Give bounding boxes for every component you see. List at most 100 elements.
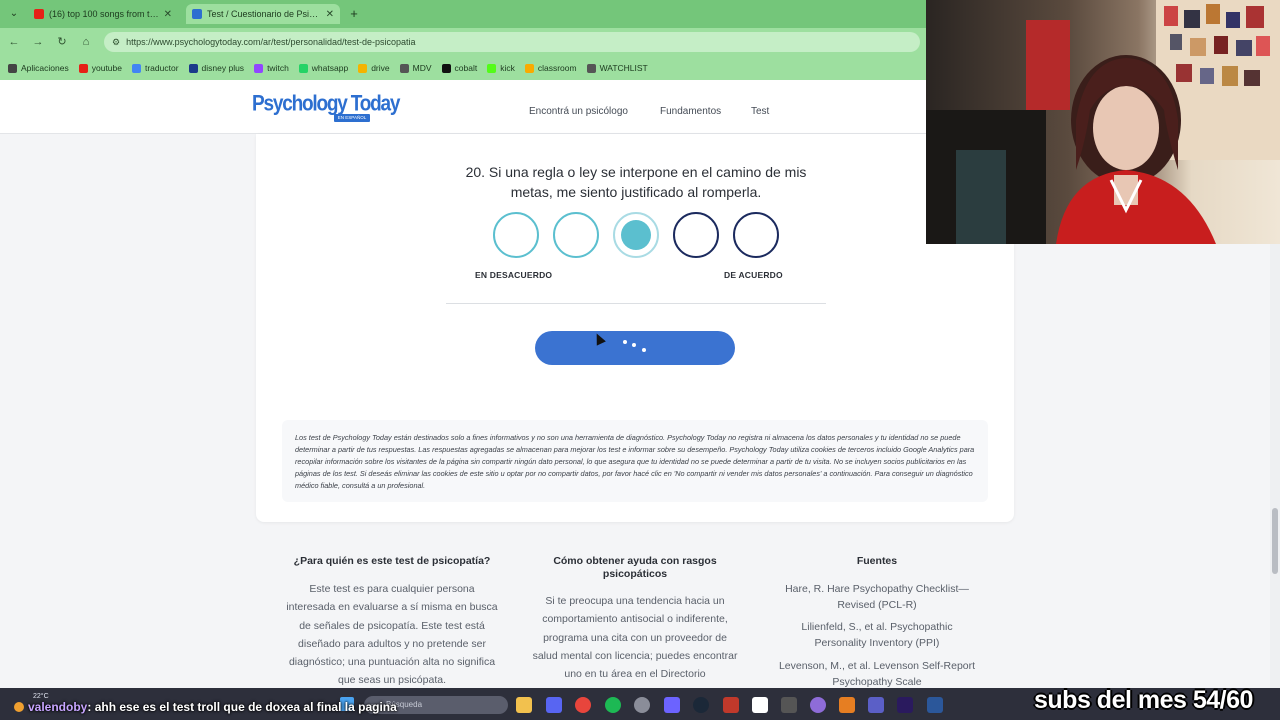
bookmark-label: MDV [412,63,432,73]
word-icon[interactable] [927,697,943,713]
app-icon[interactable] [810,697,826,713]
source-item[interactable]: Hare, R. Hare Psychopathy Checklist—Revi… [775,581,979,613]
app-icon[interactable] [723,697,739,713]
tab-label: (16) top 100 songs from the 20 [49,9,159,19]
tab-youtube[interactable]: (16) top 100 songs from the 20 ✕ [28,4,178,24]
bookmark-label: whatsapp [311,63,349,73]
app-icon[interactable] [752,697,768,713]
steam-icon[interactable] [693,697,709,713]
scrollbar-track[interactable] [1270,244,1280,688]
bookmark-label: Aplicaciones [21,63,69,73]
bookmark-label: disney plus [201,63,245,73]
scrollbar-thumb[interactable] [1272,508,1278,574]
bookmark-label: cobalt [454,63,478,73]
bookmark-youtube[interactable]: youtube [78,63,122,73]
translate-icon [131,63,141,73]
chat-text: : ahh ese es el test troll que de doxea … [87,700,397,714]
spotify-icon[interactable] [605,697,621,713]
app-icon[interactable] [664,697,680,713]
next-button-loading[interactable] [535,331,735,365]
youtube-icon [78,63,88,73]
close-tab-icon[interactable]: ✕ [326,9,334,20]
bookmark-traductor[interactable]: traductor [131,63,179,73]
info-col1-text: Este test es para cualquier persona inte… [286,583,498,687]
bookmark-disney-plus[interactable]: disney plus [188,63,245,73]
classroom-icon [524,63,534,73]
answer-option-5[interactable] [733,212,779,258]
teams-icon[interactable] [868,697,884,713]
url-text: https://www.psychologytoday.com/ar/test/… [126,37,416,47]
answer-option-2[interactable] [553,212,599,258]
file-explorer-icon[interactable] [516,697,532,713]
address-bar[interactable]: ⚙ https://www.psychologytoday.com/ar/tes… [104,32,920,52]
browser-toolbar: ← → ↻ ⌂ ⚙ https://www.psychologytoday.co… [0,28,926,56]
loading-spinner-dot [632,343,636,347]
close-tab-icon[interactable]: ✕ [164,9,172,20]
bookmark-kick[interactable]: kick [487,63,515,73]
site-header: Psychology Today EN ESPAÑOL Encontrá un … [0,80,926,134]
chat-badge-icon [14,702,24,712]
weather-temperature: 22°C [33,693,49,700]
cobalt-icon [441,63,451,73]
selected-dot [621,220,651,250]
chrome-icon[interactable] [575,697,591,713]
scale-label-agree: DE ACUERDO [724,270,783,280]
bookmark-drive[interactable]: drive [358,63,390,73]
youtube-icon [34,9,44,19]
folder-icon [399,63,409,73]
bookmark-watchlist[interactable]: WATCHLIST [586,63,648,73]
loading-spinner-dot [642,348,646,352]
answer-option-3-selected[interactable] [613,212,659,258]
nav-test[interactable]: Test [751,106,769,117]
disney-icon [188,63,198,73]
bookmark-twitch[interactable]: twitch [254,63,289,73]
bookmark-cobalt[interactable]: cobalt [441,63,478,73]
site-info-icon[interactable]: ⚙ [112,37,120,48]
psychology-today-logo[interactable]: Psychology Today EN ESPAÑOL [252,91,400,123]
home-icon[interactable]: ⌂ [78,34,94,50]
disclaimer-text: Los test de Psychology Today están desti… [295,433,975,490]
kick-icon [487,63,497,73]
twitch-icon [254,63,264,73]
source-item[interactable]: Levenson, M., et al. Levenson Self-Repor… [770,658,984,690]
obs-icon[interactable] [634,697,650,713]
bookmark-label: WATCHLIST [599,63,648,73]
bookmark-aplicaciones[interactable]: Aplicaciones [8,63,69,73]
source-item[interactable]: Lilienfeld, S., et al. Psychopathic Pers… [775,619,979,651]
bookmark-label: kick [500,63,515,73]
webcam-overlay [926,0,1280,244]
loading-spinner-dot [623,340,627,344]
webcam-feed [926,0,1280,244]
new-tab-button[interactable]: + [346,6,362,22]
bookmark-classroom[interactable]: classroom [524,63,577,73]
question-text: 20. Si una regla o ley se interpone en e… [465,164,807,200]
nav-find-psychologist[interactable]: Encontrá un psicólogo [529,106,628,117]
divider [446,303,826,304]
forward-icon[interactable]: → [30,34,46,50]
app-icon[interactable] [839,697,855,713]
scale-label-disagree: EN DESACUERDO [475,270,553,280]
info-col2-text: Si te preocupa una tendencia hacia un co… [532,595,738,681]
nav-fundamentals[interactable]: Fundamentos [660,106,721,117]
info-col3-title: Fuentes [856,555,898,567]
answer-option-1[interactable] [493,212,539,258]
bookmark-whatsapp[interactable]: whatsapp [298,63,349,73]
back-icon[interactable]: ← [6,34,22,50]
premiere-icon[interactable] [897,697,913,713]
info-col1-title: ¿Para quién es este test de psicopatía? [293,555,491,567]
bookmarks-bar: Aplicaciones youtube traductor disney plus t… [0,56,926,80]
tab-search-chevron-icon[interactable]: ⌄ [6,6,22,22]
reload-icon[interactable]: ↻ [54,34,70,50]
tab-psychology-test[interactable]: Test / Cuestionario de Psicopat ✕ [186,4,340,24]
bookmark-label: twitch [267,63,289,73]
discord-icon[interactable] [546,697,562,713]
bookmark-label: drive [371,63,390,73]
bookmark-label: youtube [91,63,122,73]
info-col2-title: Cómo obtener ayuda con rasgos psicopátic… [553,555,717,580]
apps-grid-icon [8,63,17,73]
answer-option-4[interactable] [673,212,719,258]
bookmark-label: classroom [537,63,577,73]
bookmark-mdv[interactable]: MDV [399,63,432,73]
app-icon[interactable] [781,697,797,713]
bookmark-label: traductor [144,63,179,73]
